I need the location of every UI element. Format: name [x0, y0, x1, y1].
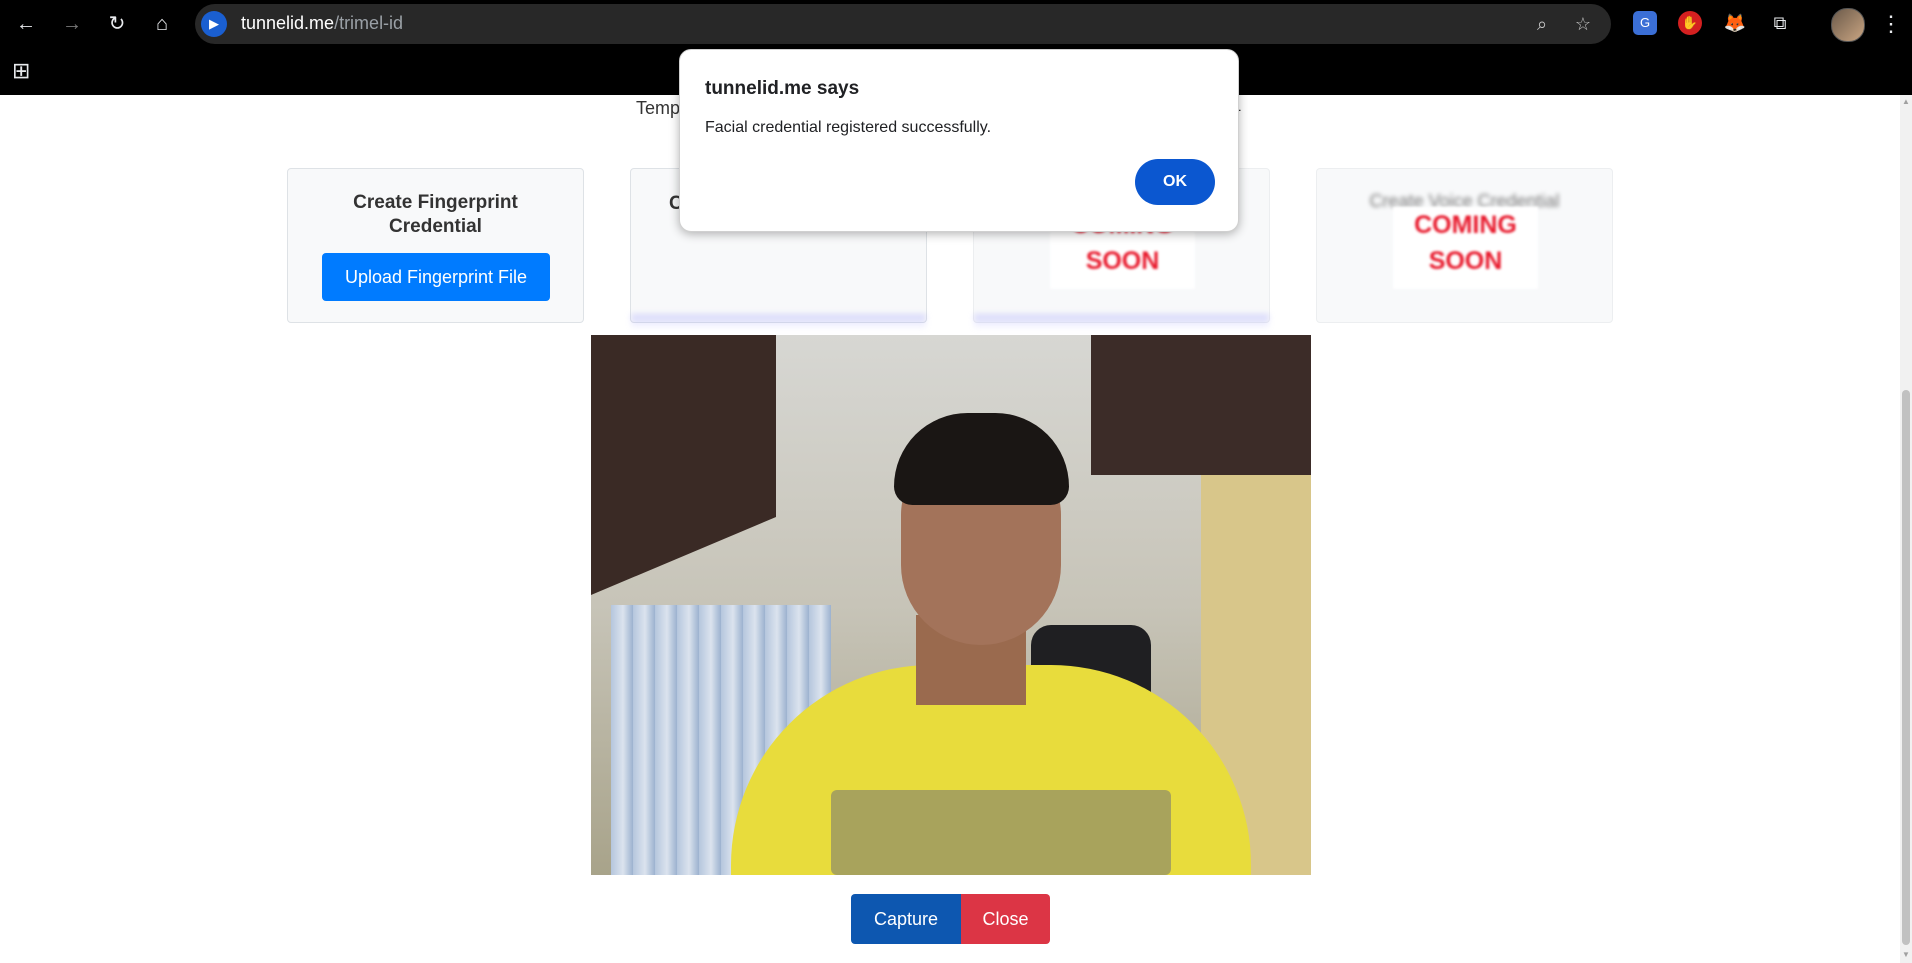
- site-camera-icon[interactable]: ▶: [201, 11, 227, 37]
- browser-toolbar: ← → ↻ ⌂ ▶ tunnelid.me/trimel-id ⌕ ☆ G ✋ …: [0, 0, 1912, 47]
- metamask-icon[interactable]: 🦊: [1723, 11, 1747, 35]
- camera-shirt-print: [831, 790, 1171, 875]
- bookmark-star-icon[interactable]: ☆: [1572, 13, 1594, 35]
- scroll-up-icon[interactable]: ▲: [1902, 97, 1910, 107]
- dialog-message: Facial credential registered successfull…: [705, 119, 992, 136]
- url-text[interactable]: tunnelid.me/trimel-id: [241, 13, 403, 34]
- adblock-icon[interactable]: ✋: [1678, 11, 1702, 35]
- extensions-icon[interactable]: ⧉: [1768, 11, 1792, 35]
- card-glow: [974, 314, 1269, 330]
- browser-menu-icon[interactable]: ⋮: [1880, 10, 1902, 38]
- url-path: /trimel-id: [334, 13, 404, 33]
- reload-icon[interactable]: ↻: [103, 10, 131, 38]
- page-scrollbar[interactable]: ▲ ▼: [1900, 95, 1912, 963]
- address-bar[interactable]: ▶ tunnelid.me/trimel-id ⌕ ☆: [195, 4, 1611, 44]
- alert-dialog: tunnelid.me says Facial credential regis…: [679, 49, 1239, 232]
- card-glow: [631, 314, 926, 330]
- capture-button[interactable]: Capture: [851, 894, 961, 944]
- close-button[interactable]: Close: [961, 894, 1050, 944]
- scroll-down-icon[interactable]: ▼: [1902, 950, 1910, 960]
- back-icon[interactable]: ←: [12, 10, 40, 38]
- upload-fingerprint-button[interactable]: Upload Fingerprint File: [322, 253, 550, 301]
- home-icon[interactable]: ⌂: [148, 10, 176, 38]
- voice-card: Create Voice Credential COMING SOON: [1316, 168, 1613, 323]
- forward-icon[interactable]: →: [58, 10, 86, 38]
- camera-feed: [591, 335, 1311, 875]
- template-text-left: Temp: [636, 98, 681, 118]
- zoom-icon[interactable]: ⌕: [1531, 13, 1553, 35]
- translate-icon[interactable]: G: [1633, 11, 1657, 35]
- apps-grid-icon[interactable]: ⊞: [12, 59, 36, 83]
- scroll-thumb[interactable]: [1902, 390, 1910, 945]
- camera-cabinet-right: [1091, 335, 1311, 475]
- profile-avatar[interactable]: [1831, 8, 1865, 42]
- fingerprint-card-title: Create Fingerprint Credential: [353, 192, 518, 237]
- coming-soon-label: COMING SOON: [1393, 207, 1538, 289]
- fingerprint-card: Create Fingerprint Credential Upload Fin…: [287, 168, 584, 323]
- url-host: tunnelid.me: [241, 13, 335, 33]
- dialog-title: tunnelid.me says: [705, 78, 860, 99]
- dialog-ok-button[interactable]: OK: [1135, 159, 1215, 205]
